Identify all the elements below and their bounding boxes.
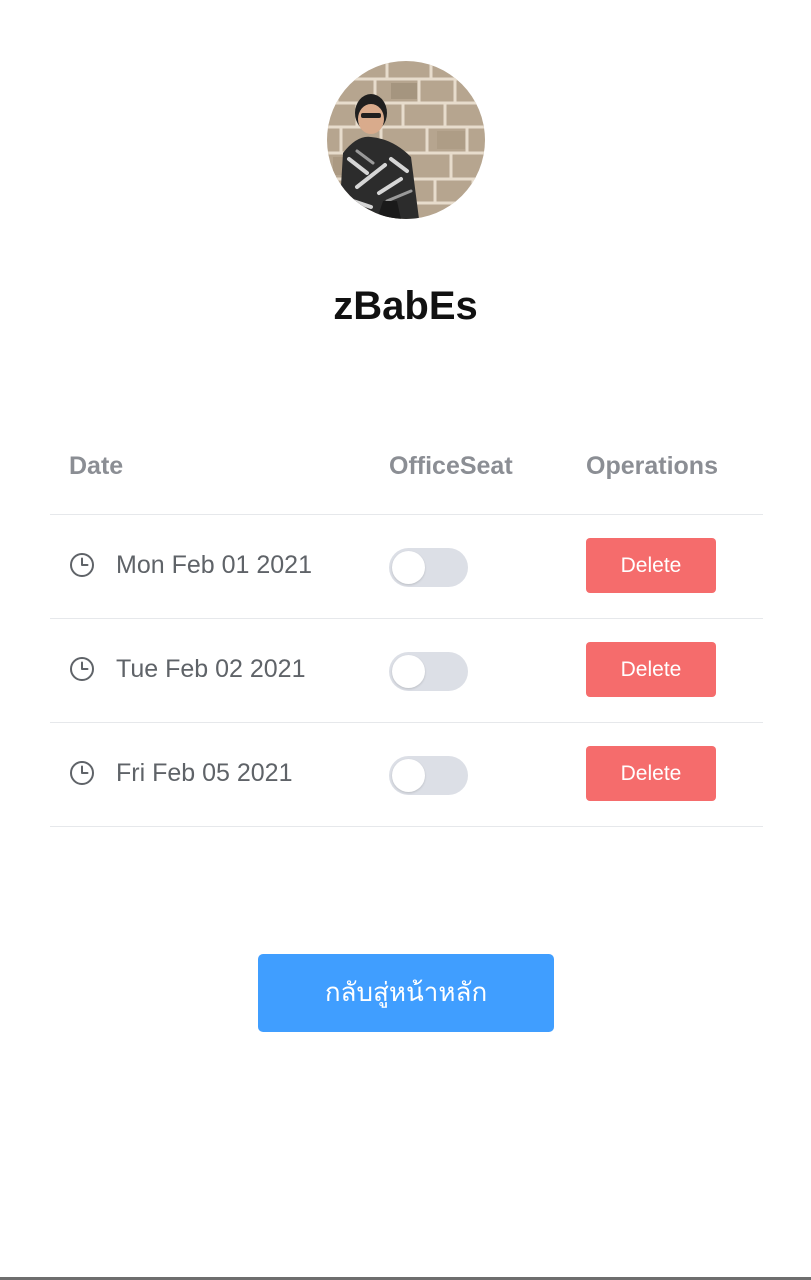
row-date: Fri Feb 05 2021 [116,759,293,787]
toggle-knob [392,551,425,584]
column-header-operations: Operations [586,452,718,480]
table-row: Mon Feb 01 2021 Delete [50,515,763,619]
row-date: Tue Feb 02 2021 [116,655,306,683]
back-to-home-button[interactable]: กลับสู่หน้าหลัก [258,954,554,1032]
office-seat-toggle[interactable] [389,652,468,691]
office-seat-toggle[interactable] [389,548,468,587]
clock-icon [70,553,94,577]
username: zBabEs [333,284,478,328]
table-row: Fri Feb 05 2021 Delete [50,723,763,827]
column-header-date: Date [69,452,124,480]
table-row: Tue Feb 02 2021 Delete [50,619,763,723]
delete-button[interactable]: Delete [586,642,716,697]
table-header: Date OfficeSeat Operations [50,418,763,515]
delete-button[interactable]: Delete [586,538,716,593]
column-header-office-seat: OfficeSeat [389,452,513,480]
toggle-knob [392,655,425,688]
clock-icon [70,761,94,785]
toggle-knob [392,759,425,792]
delete-button[interactable]: Delete [586,746,716,801]
office-seat-toggle[interactable] [389,756,468,795]
avatar [327,61,485,219]
row-date: Mon Feb 01 2021 [116,551,312,579]
schedule-table: Date OfficeSeat Operations Mon Feb 01 20… [50,418,763,827]
avatar-photo [327,61,485,219]
clock-icon [70,657,94,681]
